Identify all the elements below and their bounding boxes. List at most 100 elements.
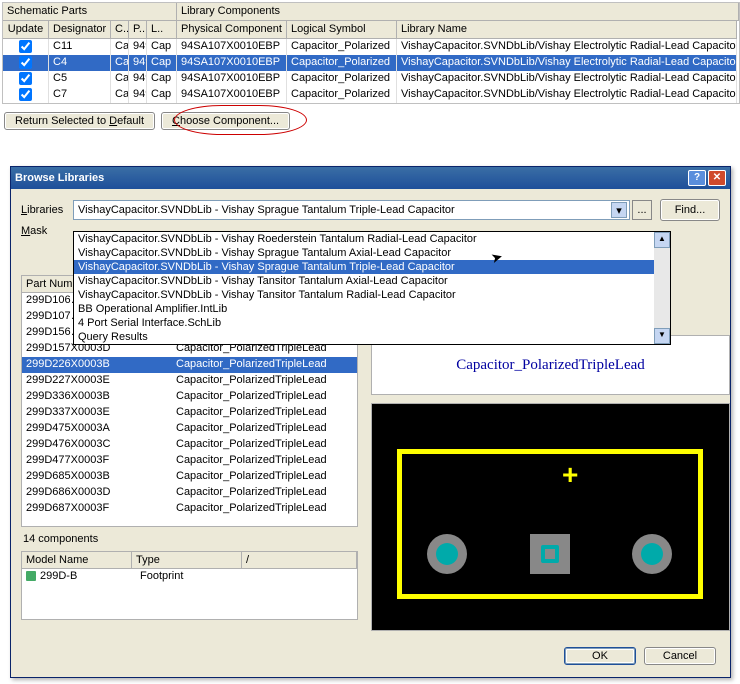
col-designator[interactable]: Designator <box>49 21 111 39</box>
dropdown-item[interactable]: VishayCapacitor.SVNDbLib - Vishay Tansit… <box>74 274 670 288</box>
part-desc: Capacitor_PolarizedTripleLead <box>172 453 357 469</box>
component-count-label: 14 components <box>21 527 358 551</box>
cell-update-checkbox[interactable] <box>3 39 49 55</box>
cell-c: Cap <box>111 87 129 103</box>
cell-c: Cap <box>111 55 129 71</box>
cell-logical-symbol: Capacitor_Polarized <box>287 87 397 103</box>
col-library-name[interactable]: Library Name <box>397 21 737 39</box>
dialog-titlebar[interactable]: Browse Libraries ? ✕ <box>11 167 730 189</box>
dropdown-item[interactable]: VishayCapacitor.SVNDbLib - Vishay Roeder… <box>74 232 670 246</box>
part-desc: Capacitor_PolarizedTripleLead <box>172 405 357 421</box>
table-row[interactable]: C4Cap949Cap94SA107X0010EBPCapacitor_Pola… <box>3 55 739 71</box>
col-l[interactable]: L.. <box>147 21 177 39</box>
libraries-browse-button[interactable]: ... <box>632 200 652 220</box>
cell-update-checkbox[interactable] <box>3 71 49 87</box>
cell-c: Cap <box>111 71 129 87</box>
libraries-dropdown-list[interactable]: VishayCapacitor.SVNDbLib - Vishay Roeder… <box>73 231 671 345</box>
dropdown-item[interactable]: VishayCapacitor.SVNDbLib - Vishay Tansit… <box>74 288 670 302</box>
part-number: 299D226X0003B <box>22 357 172 373</box>
footprint-pad-2 <box>530 534 570 574</box>
return-default-button[interactable]: Return Selected to Default <box>4 112 155 130</box>
cell-l: Cap <box>147 71 177 87</box>
col-update[interactable]: Update <box>3 21 49 39</box>
model-col-name[interactable]: Model Name <box>22 552 132 568</box>
part-desc: Capacitor_PolarizedTripleLead <box>172 437 357 453</box>
cell-p: 949 <box>129 55 147 71</box>
part-desc: Capacitor_PolarizedTripleLead <box>172 389 357 405</box>
ok-button[interactable]: OK <box>564 647 636 665</box>
cell-physical-component: 94SA107X0010EBP <box>177 55 287 71</box>
component-grid: Schematic Parts Library Components Updat… <box>2 2 740 104</box>
cell-library-name: VishayCapacitor.SVNDbLib/Vishay Electrol… <box>397 71 737 87</box>
table-row[interactable]: C5Cap949Cap94SA107X0010EBPCapacitor_Pola… <box>3 71 739 87</box>
part-number: 299D227X0003E <box>22 373 172 389</box>
footprint-pad-3 <box>632 534 672 574</box>
parts-list-row[interactable]: 299D687X0003FCapacitor_PolarizedTripleLe… <box>22 501 357 517</box>
cell-library-name: VishayCapacitor.SVNDbLib/Vishay Electrol… <box>397 55 737 71</box>
cell-designator: C7 <box>49 87 111 103</box>
scroll-down-icon[interactable]: ▼ <box>654 328 670 344</box>
polarity-plus-icon: + <box>562 459 578 491</box>
grid-header-library: Library Components <box>177 3 739 21</box>
parts-list-row[interactable]: 299D476X0003CCapacitor_PolarizedTripleLe… <box>22 437 357 453</box>
cell-c: Cap <box>111 39 129 55</box>
part-desc: Capacitor_PolarizedTripleLead <box>172 501 357 517</box>
model-col-sort[interactable]: / <box>242 552 357 568</box>
model-type-value: Footprint <box>140 570 183 582</box>
cell-physical-component: 94SA107X0010EBP <box>177 87 287 103</box>
table-row[interactable]: C7Cap949Cap94SA107X0010EBPCapacitor_Pola… <box>3 87 739 103</box>
col-logical-symbol[interactable]: Logical Symbol <box>287 21 397 39</box>
part-number: 299D475X0003A <box>22 421 172 437</box>
cell-l: Cap <box>147 39 177 55</box>
cell-physical-component: 94SA107X0010EBP <box>177 71 287 87</box>
parts-list-row[interactable]: 299D686X0003DCapacitor_PolarizedTripleLe… <box>22 485 357 501</box>
dropdown-item[interactable]: 4 Port Serial Interface.SchLib <box>74 316 670 330</box>
dropdown-item[interactable]: Query Results <box>74 330 670 344</box>
cell-library-name: VishayCapacitor.SVNDbLib/Vishay Electrol… <box>397 87 737 103</box>
cell-update-checkbox[interactable] <box>3 55 49 71</box>
model-panel: Model Name Type / 299D-B Footprint <box>21 551 358 620</box>
footprint-outline <box>397 449 703 599</box>
dropdown-scrollbar[interactable]: ▲ ▼ <box>654 232 670 344</box>
parts-list-row[interactable]: 299D226X0003BCapacitor_PolarizedTripleLe… <box>22 357 357 373</box>
col-physical-component[interactable]: Physical Component <box>177 21 287 39</box>
cell-p: 949 <box>129 71 147 87</box>
dropdown-item[interactable]: BB Operational Amplifier.IntLib <box>74 302 670 316</box>
cell-update-checkbox[interactable] <box>3 87 49 103</box>
parts-list-row[interactable]: 299D336X0003BCapacitor_PolarizedTripleLe… <box>22 389 357 405</box>
cell-designator: C4 <box>49 55 111 71</box>
footprint-preview: + <box>371 403 730 631</box>
parts-list-row[interactable]: 299D475X0003ACapacitor_PolarizedTripleLe… <box>22 421 357 437</box>
part-number: 299D337X0003E <box>22 405 172 421</box>
cell-designator: C11 <box>49 39 111 55</box>
help-button[interactable]: ? <box>688 170 706 186</box>
col-c[interactable]: C.. <box>111 21 129 39</box>
part-desc: Capacitor_PolarizedTripleLead <box>172 373 357 389</box>
cancel-button[interactable]: Cancel <box>644 647 716 665</box>
dropdown-item[interactable]: VishayCapacitor.SVNDbLib - Vishay Spragu… <box>74 260 670 274</box>
dropdown-toggle-icon[interactable]: ▾ <box>611 202 627 218</box>
parts-list-row[interactable]: 299D477X0003FCapacitor_PolarizedTripleLe… <box>22 453 357 469</box>
parts-list-row[interactable]: 299D685X0003BCapacitor_PolarizedTripleLe… <box>22 469 357 485</box>
table-row[interactable]: C11Cap949Cap94SA107X0010EBPCapacitor_Pol… <box>3 39 739 55</box>
model-col-type[interactable]: Type <box>132 552 242 568</box>
footprint-icon <box>26 571 36 581</box>
dropdown-item[interactable]: VishayCapacitor.SVNDbLib - Vishay Spragu… <box>74 246 670 260</box>
parts-list-row[interactable]: 299D227X0003ECapacitor_PolarizedTripleLe… <box>22 373 357 389</box>
choose-component-button[interactable]: Choose Component... <box>161 112 290 130</box>
symbol-preview-label: Capacitor_PolarizedTripleLead <box>456 357 645 374</box>
label-mask: Mask <box>21 225 73 237</box>
part-desc: Capacitor_PolarizedTripleLead <box>172 469 357 485</box>
part-number: 299D477X0003F <box>22 453 172 469</box>
close-button[interactable]: ✕ <box>708 170 726 186</box>
libraries-dropdown[interactable]: VishayCapacitor.SVNDbLib - Vishay Spragu… <box>73 200 630 220</box>
model-row[interactable]: 299D-B Footprint <box>22 569 357 583</box>
parts-list-row[interactable]: 299D337X0003ECapacitor_PolarizedTripleLe… <box>22 405 357 421</box>
cell-logical-symbol: Capacitor_Polarized <box>287 55 397 71</box>
cell-designator: C5 <box>49 71 111 87</box>
dialog-title: Browse Libraries <box>15 172 104 184</box>
scroll-up-icon[interactable]: ▲ <box>654 232 670 248</box>
footprint-pad-1 <box>427 534 467 574</box>
col-p[interactable]: P.. <box>129 21 147 39</box>
find-button[interactable]: Find... <box>660 199 720 221</box>
